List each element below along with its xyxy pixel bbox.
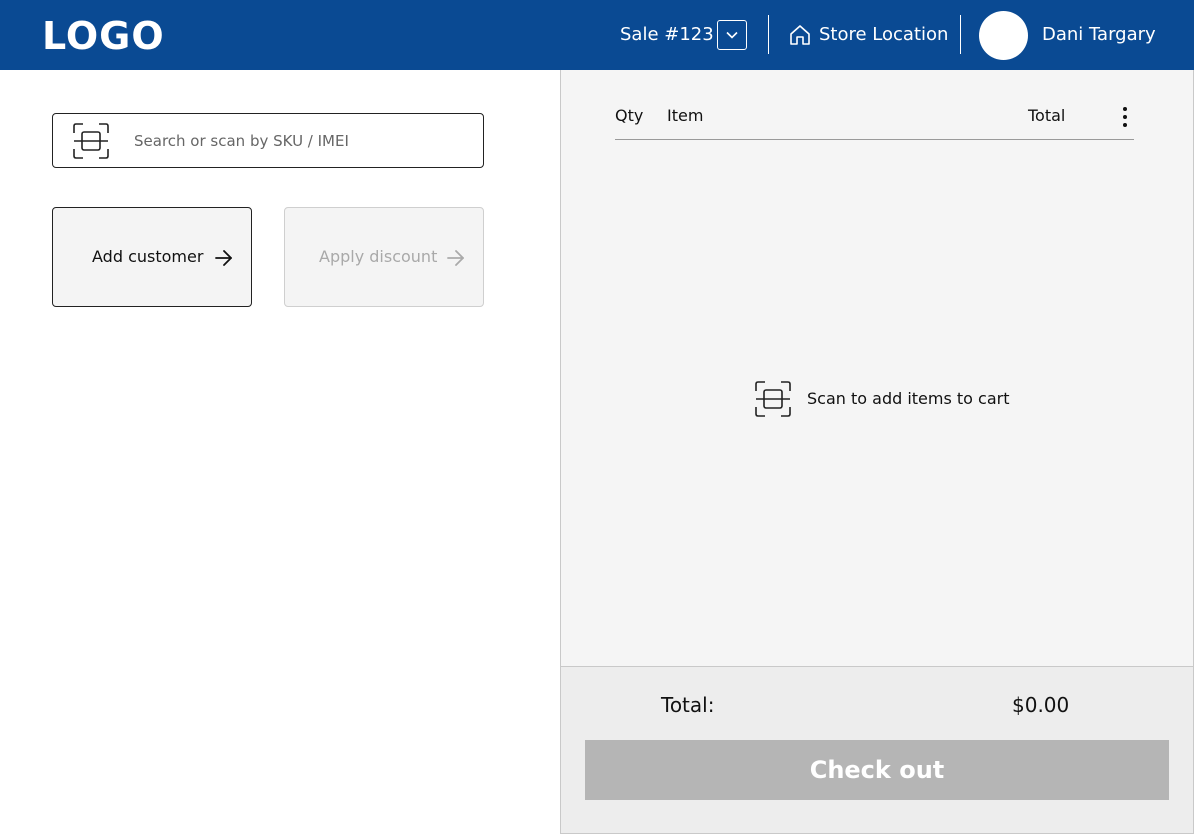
- sale-dropdown-button[interactable]: [717, 20, 747, 50]
- column-header-total: Total: [1028, 106, 1066, 125]
- total-label: Total:: [661, 693, 715, 717]
- sale-number-label: Sale #123: [620, 24, 714, 45]
- cart-summary: Total: $0.00 Check out: [560, 667, 1194, 834]
- user-name[interactable]: Dani Targary: [1042, 23, 1156, 47]
- empty-cart-state: Scan to add items to cart: [754, 380, 1010, 418]
- chevron-down-icon: [726, 31, 738, 39]
- store-location-button[interactable]: Store Location: [789, 23, 948, 47]
- cart-panel: Qty Item Total Scan to add items to cart: [560, 70, 1194, 667]
- home-icon: [790, 25, 810, 45]
- arrow-right-icon: [447, 250, 464, 266]
- app-header: LOGO Sale #123 Store Location Dani Targa…: [0, 0, 1194, 70]
- search-bar[interactable]: [52, 113, 484, 168]
- barcode-scan-icon: [755, 381, 791, 417]
- more-vertical-icon[interactable]: [1116, 105, 1134, 129]
- apply-discount-label: Apply discount: [319, 247, 438, 266]
- avatar[interactable]: [979, 11, 1028, 60]
- checkout-button[interactable]: Check out: [585, 740, 1169, 800]
- column-header-qty: Qty: [615, 106, 644, 125]
- barcode-scan-icon[interactable]: [72, 122, 110, 160]
- logo: LOGO: [42, 14, 165, 58]
- arrow-right-icon: [215, 250, 232, 266]
- add-customer-label: Add customer: [92, 247, 204, 266]
- total-value: $0.00: [1012, 693, 1070, 717]
- empty-cart-message: Scan to add items to cart: [807, 389, 1010, 408]
- store-location-label: Store Location: [819, 24, 949, 45]
- column-header-item: Item: [667, 106, 704, 125]
- header-divider: [615, 139, 1134, 140]
- add-customer-button[interactable]: Add customer: [52, 207, 252, 307]
- apply-discount-button[interactable]: Apply discount: [284, 207, 484, 307]
- search-input[interactable]: [134, 131, 454, 150]
- header-divider: [960, 15, 961, 54]
- header-divider: [768, 15, 769, 54]
